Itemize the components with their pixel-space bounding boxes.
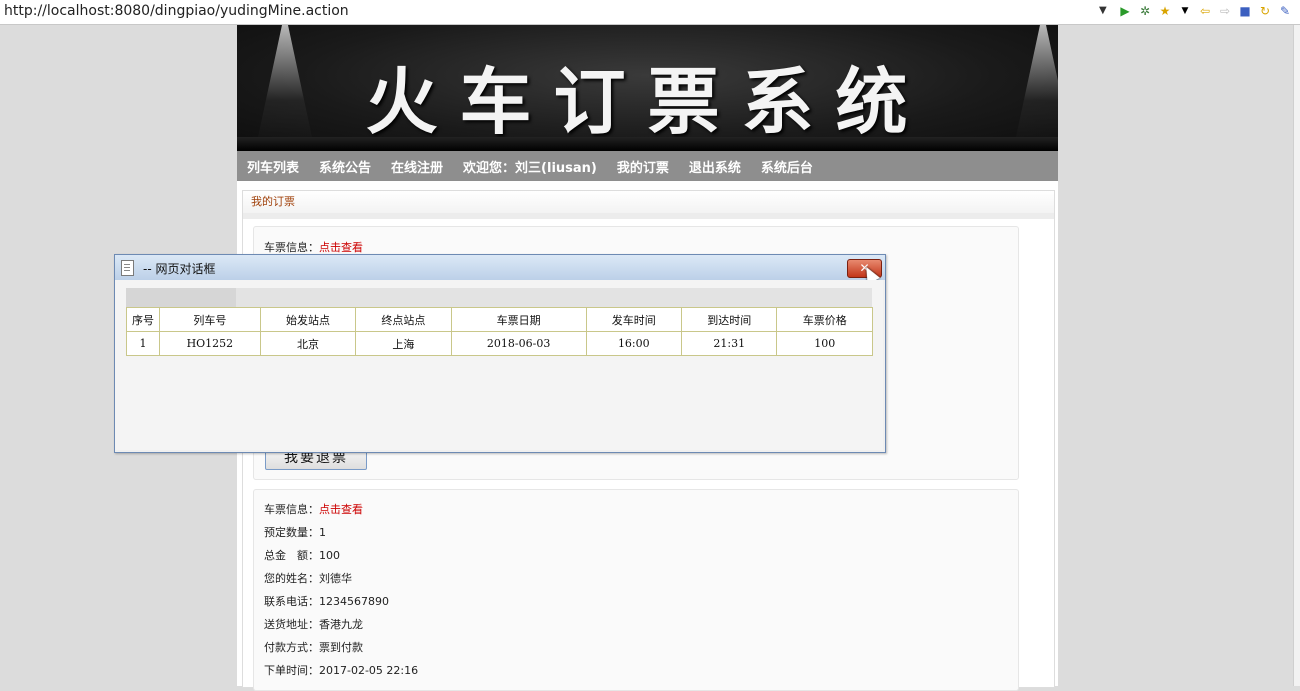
back-icon[interactable]: ⇦ bbox=[1198, 3, 1212, 19]
main-nav: 列车列表 系统公告 在线注册 欢迎您：刘三(liusan) 我的订票 退出系统 … bbox=[237, 151, 1058, 181]
table-header-row: 序号 列车号 始发站点 终点站点 车票日期 发车时间 到达时间 车票价格 bbox=[126, 307, 873, 332]
nav-register[interactable]: 在线注册 bbox=[391, 157, 443, 176]
dialog-body: 序号 列车号 始发站点 终点站点 车票日期 发车时间 到达时间 车票价格 1 H… bbox=[115, 280, 883, 450]
quantity-line: 预定数量：1 bbox=[264, 526, 326, 539]
browser-toolbar: http://localhost:8080/dingpiao/yudingMin… bbox=[0, 0, 1300, 25]
dialog-titlebar[interactable]: -- 网页对话框 ✕ bbox=[115, 255, 885, 285]
col-header: 序号 bbox=[126, 307, 160, 332]
nav-announcements[interactable]: 系统公告 bbox=[319, 157, 371, 176]
nav-welcome-user[interactable]: 欢迎您：刘三(liusan) bbox=[463, 157, 597, 176]
table-cell: 16:00 bbox=[585, 331, 683, 356]
site-banner: 火车订票系统 bbox=[237, 25, 1058, 151]
col-header: 列车号 bbox=[159, 307, 261, 332]
toolbar-icons: ▶ ✲ ★ ▼ ⇦ ⇨ ■ ↻ ✎ bbox=[1118, 3, 1292, 19]
nav-train-list[interactable]: 列车列表 bbox=[247, 157, 299, 176]
run-icon[interactable]: ▶ bbox=[1118, 3, 1132, 19]
section-title: 我的订票 bbox=[243, 191, 1054, 219]
page-icon bbox=[121, 260, 134, 276]
dialog-header-strip bbox=[126, 288, 872, 307]
order-time-line: 下单时间：2017-02-05 22:16 bbox=[264, 664, 419, 677]
ticket-info-line: 车票信息：点击查看 bbox=[264, 239, 363, 255]
vertical-scrollbar[interactable] bbox=[1293, 25, 1300, 686]
nav-logout[interactable]: 退出系统 bbox=[689, 157, 741, 176]
favorite-icon[interactable]: ★ bbox=[1158, 3, 1172, 19]
debug-icon[interactable]: ✲ bbox=[1138, 3, 1152, 19]
ticket-info-label: 车票信息： bbox=[264, 503, 319, 516]
payment-line: 付款方式：票到付款 bbox=[264, 641, 363, 654]
favorite-dropdown-icon[interactable]: ▼ bbox=[1178, 3, 1192, 19]
phone-line: 联系电话：1234567890 bbox=[264, 595, 389, 608]
banner-floor bbox=[237, 137, 1058, 151]
ticket-table: 序号 列车号 始发站点 终点站点 车票日期 发车时间 到达时间 车票价格 1 H… bbox=[126, 307, 873, 356]
table-cell: 1 bbox=[126, 331, 160, 356]
col-header: 始发站点 bbox=[259, 307, 357, 332]
col-header: 终点站点 bbox=[355, 307, 452, 332]
ticket-info-line: 车票信息：点击查看 bbox=[264, 501, 363, 517]
table-cell: 上海 bbox=[355, 331, 452, 356]
settings-icon[interactable]: ✎ bbox=[1278, 3, 1292, 19]
address-bar[interactable]: http://localhost:8080/dingpiao/yudingMin… bbox=[4, 3, 349, 19]
dialog-title: -- 网页对话框 bbox=[143, 262, 216, 276]
stop-icon[interactable]: ■ bbox=[1238, 3, 1252, 19]
address-dropdown-icon[interactable]: ▼ bbox=[1099, 5, 1107, 16]
name-line: 您的姓名：刘德华 bbox=[264, 572, 352, 585]
view-ticket-link[interactable]: 点击查看 bbox=[319, 241, 363, 254]
table-cell: 100 bbox=[776, 331, 873, 356]
nav-my-tickets[interactable]: 我的订票 bbox=[617, 157, 669, 176]
refresh-icon[interactable]: ↻ bbox=[1258, 3, 1272, 19]
forward-icon[interactable]: ⇨ bbox=[1218, 3, 1232, 19]
address-line: 送货地址：香港九龙 bbox=[264, 618, 363, 631]
table-row: 1 HO1252 北京 上海 2018-06-03 16:00 21:31 10… bbox=[126, 331, 873, 356]
col-header: 车票价格 bbox=[776, 307, 873, 332]
table-cell: HO1252 bbox=[159, 331, 261, 356]
site-title: 火车订票系统 bbox=[365, 59, 930, 144]
order-card: 车票信息：点击查看 预定数量：1 总金 额：100 您的姓名：刘德华 联系电话：… bbox=[253, 489, 1019, 691]
view-ticket-link[interactable]: 点击查看 bbox=[319, 503, 363, 516]
col-header: 车票日期 bbox=[450, 307, 587, 332]
col-header: 到达时间 bbox=[681, 307, 778, 332]
table-cell: 2018-06-03 bbox=[450, 331, 587, 356]
ticket-info-label: 车票信息： bbox=[264, 241, 319, 254]
web-dialog: -- 网页对话框 ✕ 序号 列车号 始发站点 终点站点 车票日期 发车时间 到达… bbox=[114, 254, 886, 453]
total-line: 总金 额：100 bbox=[264, 549, 340, 562]
table-cell: 21:31 bbox=[681, 331, 778, 356]
table-cell: 北京 bbox=[259, 331, 357, 356]
col-header: 发车时间 bbox=[585, 307, 683, 332]
nav-admin[interactable]: 系统后台 bbox=[761, 157, 813, 176]
